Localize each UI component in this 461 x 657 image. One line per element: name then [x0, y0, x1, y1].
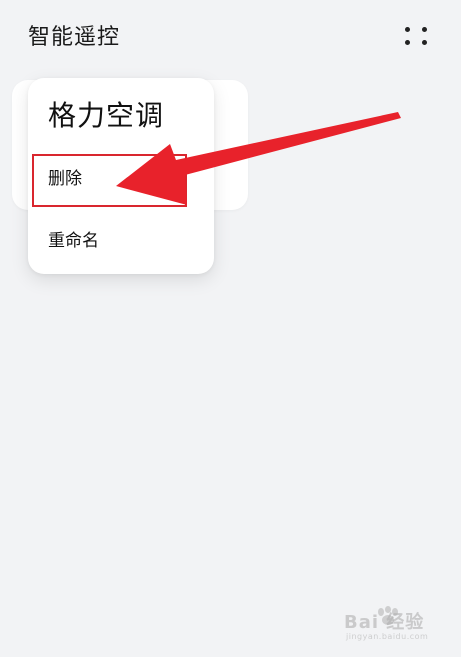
screen: 智能遥控 格力空调 删除 重命名 Bai 经验 jingyan.baidu.co… — [0, 0, 461, 657]
watermark-url: jingyan.baidu.com — [346, 632, 429, 641]
delete-menu-item[interactable]: 删除 — [48, 167, 82, 191]
context-menu: 格力空调 删除 重命名 — [28, 78, 214, 274]
device-name: 格力空调 — [48, 99, 165, 132]
watermark-text: Bai 经验 — [344, 612, 425, 633]
watermark: Bai 经验 jingyan.baidu.com — [344, 606, 444, 641]
page-title: 智能遥控 — [28, 25, 121, 50]
rename-menu-item[interactable]: 重命名 — [48, 229, 99, 253]
header: 智能遥控 — [0, 0, 461, 76]
more-button[interactable] — [398, 20, 434, 56]
